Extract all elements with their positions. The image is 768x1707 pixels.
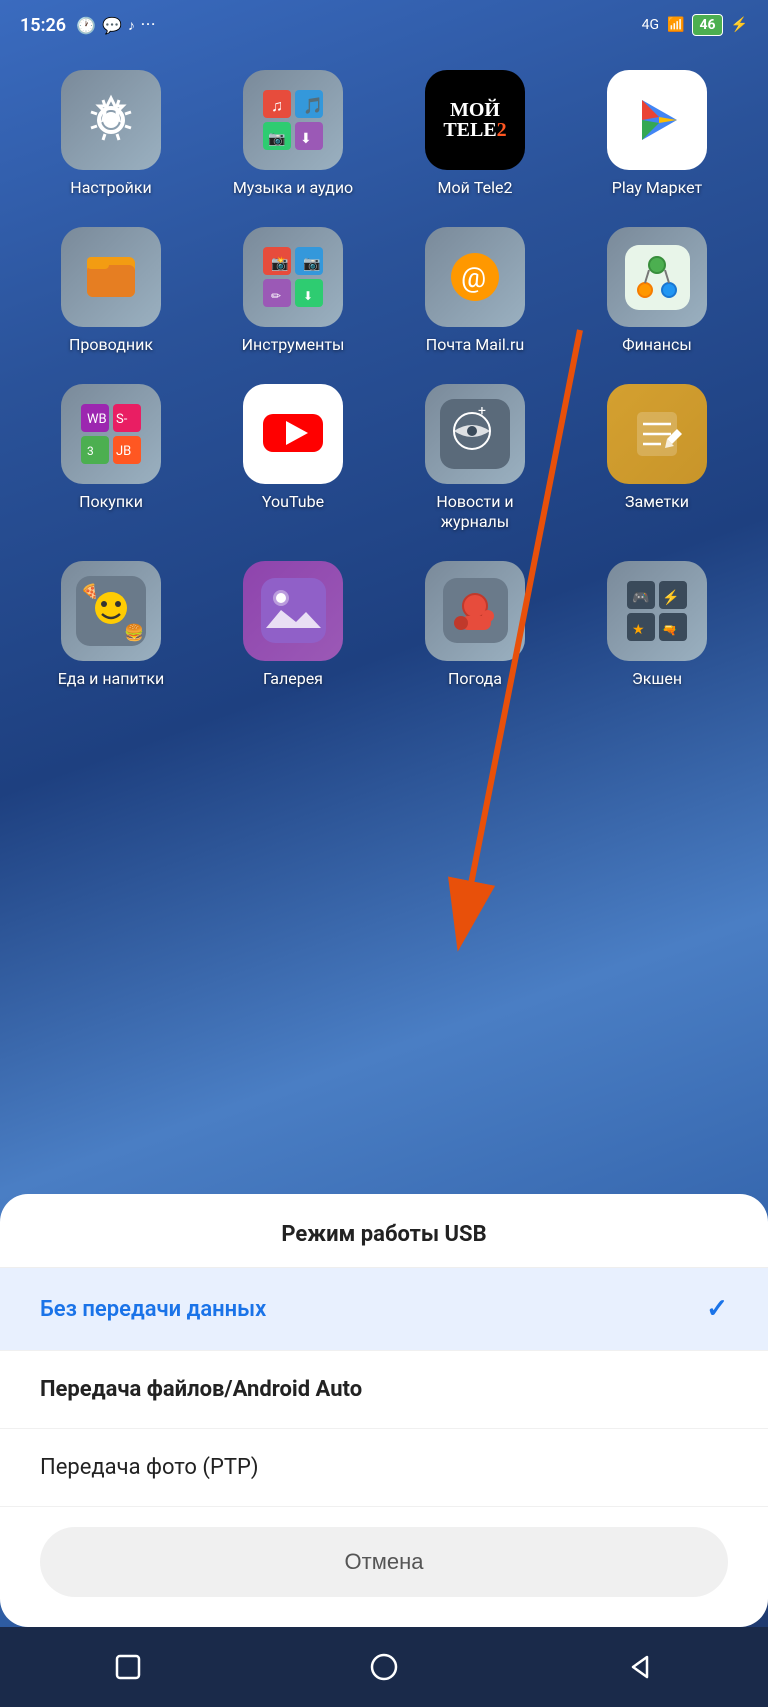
dialog-title: Режим работы USB <box>0 1194 768 1268</box>
music-app-icon: ♫ 🎵 📷 ⬇ <box>243 70 343 170</box>
svg-text:3: 3 <box>87 444 94 458</box>
app-notes[interactable]: Заметки <box>587 384 727 530</box>
selected-checkmark: ✓ <box>706 1294 728 1324</box>
app-tele2[interactable]: МОЙTELE2 Мой Tele2 <box>405 70 545 197</box>
gallery-app-icon <box>243 561 343 661</box>
weather-app-icon <box>425 561 525 661</box>
gallery-label: Галерея <box>263 669 323 688</box>
option-no-data[interactable]: Без передачи данных ✓ <box>0 1268 768 1351</box>
app-weather[interactable]: Погода <box>405 561 545 688</box>
food-label: Еда и напитки <box>58 669 165 688</box>
food-app-icon: 🍔 🍕 <box>61 561 161 661</box>
music-label: Музыка и аудио <box>233 178 353 197</box>
cancel-button[interactable]: Отмена <box>40 1527 728 1597</box>
svg-text:JB: JB <box>116 444 131 459</box>
charging-icon: ⚡ <box>731 17 748 33</box>
photo-transfer-label: Передача фото (PTP) <box>40 1455 259 1480</box>
youtube-app-icon <box>243 384 343 484</box>
app-news[interactable]: + Новости и журналы <box>405 384 545 530</box>
usb-mode-dialog: Режим работы USB Без передачи данных ✓ П… <box>0 1194 768 1627</box>
shopping-app-icon: WB S- 3 JB <box>61 384 161 484</box>
recent-apps-button[interactable] <box>98 1637 158 1697</box>
svg-text:🎮: 🎮 <box>632 590 649 606</box>
svg-text:🔫: 🔫 <box>662 623 677 637</box>
app-food[interactable]: 🍔 🍕 Еда и напитки <box>41 561 181 688</box>
tele2-label: Мой Tele2 <box>438 178 513 197</box>
app-row-1: Настройки ♫ 🎵 📷 ⬇ Музыка и аудио МОЙTELE… <box>20 70 748 197</box>
tiktok-status-icon: ♪ <box>128 17 135 34</box>
time-display: 15:26 <box>20 15 66 36</box>
svg-text:@: @ <box>461 261 486 294</box>
app-playmarket[interactable]: Play Маркет <box>587 70 727 197</box>
app-tools[interactable]: 📸 📷 ✏ ⬇ Инструменты <box>223 227 363 354</box>
file-transfer-label: Передача файлов/Android Auto <box>40 1377 362 1402</box>
svg-text:♫: ♫ <box>271 96 283 115</box>
app-row-4: 🍔 🍕 Еда и напитки Галерея <box>20 561 748 688</box>
files-app-icon <box>61 227 161 327</box>
message-icon: 💬 <box>102 16 122 35</box>
files-label: Проводник <box>69 335 153 354</box>
tools-app-icon: 📸 📷 ✏ ⬇ <box>243 227 343 327</box>
svg-text:⬇: ⬇ <box>303 289 313 303</box>
playmarket-label: Play Маркет <box>612 178 702 197</box>
signal-bars: 📶 <box>667 17 684 33</box>
home-button[interactable] <box>354 1637 414 1697</box>
svg-text:📸: 📸 <box>271 256 288 272</box>
playmarket-app-icon <box>607 70 707 170</box>
finance-label: Финансы <box>622 335 692 354</box>
svg-text:★: ★ <box>632 622 645 638</box>
more-icon: ··· <box>141 17 156 33</box>
option-photo-transfer[interactable]: Передача фото (PTP) <box>0 1429 768 1507</box>
app-row-2: Проводник 📸 📷 ✏ ⬇ Инструменты <box>20 227 748 354</box>
svg-text:⚡: ⚡ <box>662 589 679 606</box>
svg-text:🎵: 🎵 <box>303 96 323 115</box>
tools-label: Инструменты <box>242 335 345 354</box>
mail-label: Почта Mail.ru <box>426 335 524 354</box>
app-files[interactable]: Проводник <box>41 227 181 354</box>
news-label: Новости и журналы <box>405 492 545 530</box>
signal-icon: 4G <box>642 17 659 33</box>
weather-label: Погода <box>448 669 502 688</box>
app-gallery[interactable]: Галерея <box>223 561 363 688</box>
youtube-label: YouTube <box>262 492 324 511</box>
status-bar: 15:26 🕐 💬 ♪ ··· 4G 📶 46 ⚡ <box>0 0 768 50</box>
svg-text:📷: 📷 <box>303 256 320 272</box>
battery-indicator: 46 <box>692 14 722 36</box>
notes-app-icon <box>607 384 707 484</box>
notes-label: Заметки <box>625 492 689 511</box>
app-shopping[interactable]: WB S- 3 JB Покупки <box>41 384 181 530</box>
back-button[interactable] <box>610 1637 670 1697</box>
finance-app-icon <box>607 227 707 327</box>
app-games[interactable]: 🎮 ⚡ ★ 🔫 Экшен <box>587 561 727 688</box>
svg-text:S-: S- <box>116 412 128 427</box>
games-app-icon: 🎮 ⚡ ★ 🔫 <box>607 561 707 661</box>
svg-text:🍕: 🍕 <box>81 583 98 600</box>
games-label: Экшен <box>632 669 682 688</box>
settings-app-icon <box>61 70 161 170</box>
news-app-icon: + <box>425 384 525 484</box>
home-screen: Настройки ♫ 🎵 📷 ⬇ Музыка и аудио МОЙTELE… <box>0 60 768 728</box>
app-settings[interactable]: Настройки <box>41 70 181 197</box>
navigation-bar <box>0 1627 768 1707</box>
svg-text:📷: 📷 <box>268 131 285 147</box>
app-finance[interactable]: Финансы <box>587 227 727 354</box>
mail-app-icon: @ <box>425 227 525 327</box>
svg-text:WB: WB <box>87 412 107 427</box>
settings-label: Настройки <box>70 178 151 197</box>
app-music[interactable]: ♫ 🎵 📷 ⬇ Музыка и аудио <box>223 70 363 197</box>
svg-text:✏: ✏ <box>271 289 281 303</box>
app-mail[interactable]: @ Почта Mail.ru <box>405 227 545 354</box>
svg-text:⬇: ⬇ <box>300 131 312 147</box>
app-row-3: WB S- 3 JB Покупки YouTube <box>20 384 748 530</box>
tele2-app-icon: МОЙTELE2 <box>425 70 525 170</box>
svg-text:🍔: 🍔 <box>124 623 144 642</box>
app-youtube[interactable]: YouTube <box>223 384 363 530</box>
option-file-transfer[interactable]: Передача файлов/Android Auto <box>0 1351 768 1429</box>
shopping-label: Покупки <box>79 492 143 511</box>
no-data-label: Без передачи данных <box>40 1297 266 1322</box>
svg-text:+: + <box>478 403 486 419</box>
alarm-icon: 🕐 <box>76 16 96 35</box>
